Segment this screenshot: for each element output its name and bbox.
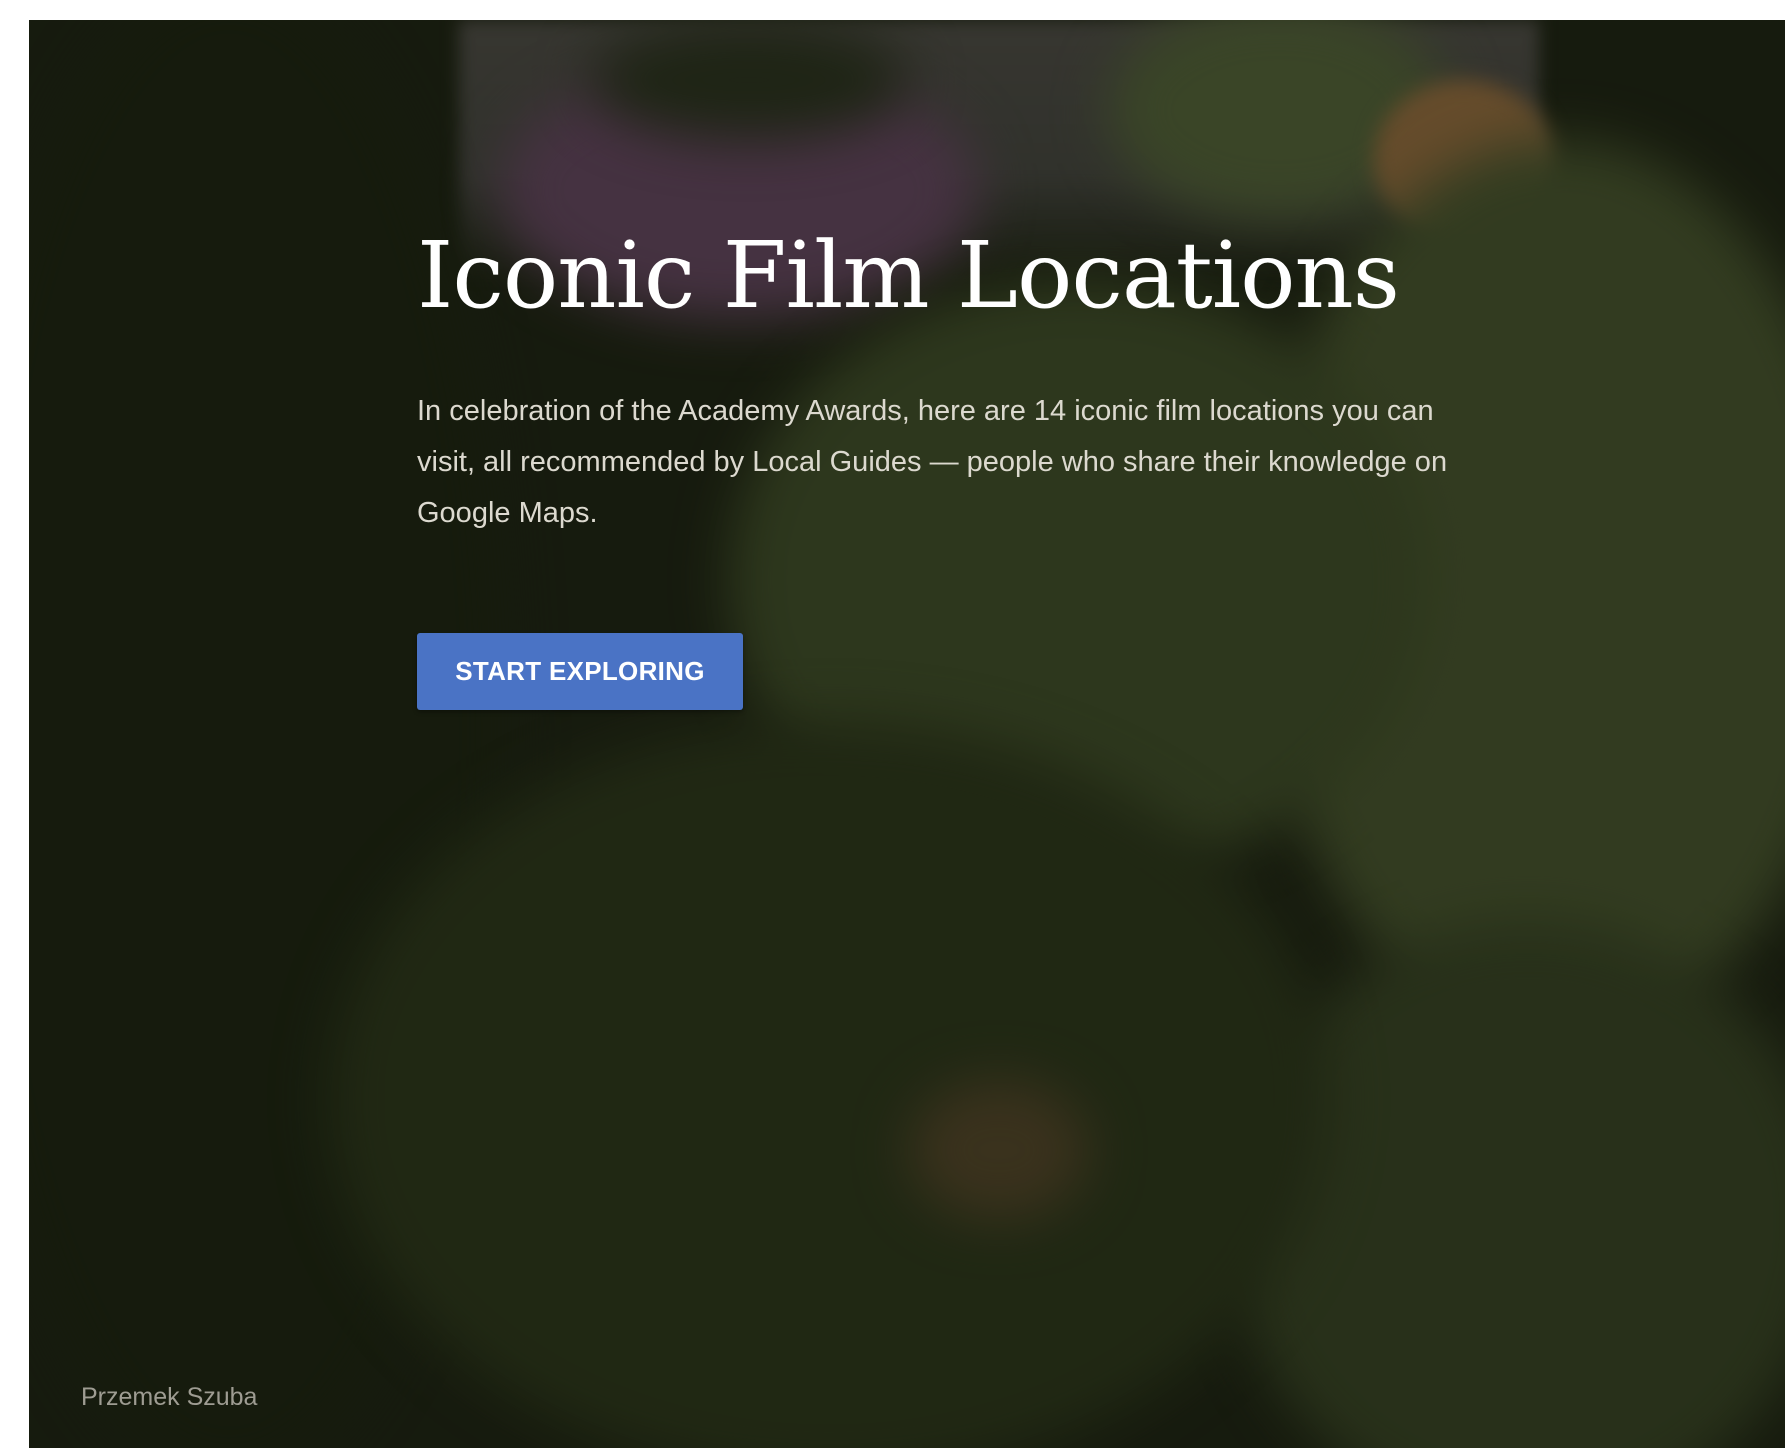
hero-content: Iconic Film Locations In celebration of … <box>417 216 1537 710</box>
photo-credit: Przemek Szuba <box>81 1383 258 1411</box>
start-exploring-button[interactable]: START EXPLORING <box>417 633 743 710</box>
hero-section: Iconic Film Locations In celebration of … <box>29 20 1785 1448</box>
page-title: Iconic Film Locations <box>417 222 1400 329</box>
intro-paragraph: In celebration of the Academy Awards, he… <box>417 395 1448 529</box>
